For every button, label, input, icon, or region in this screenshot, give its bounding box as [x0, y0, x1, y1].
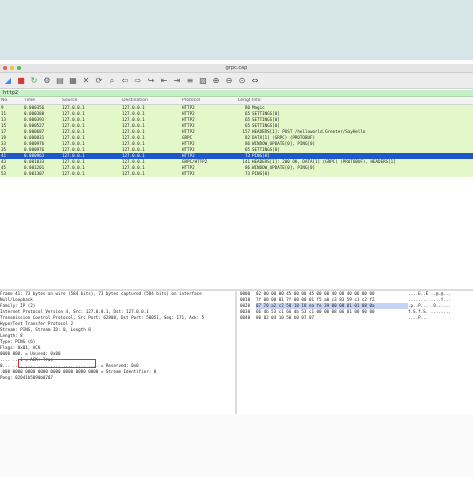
last-icon[interactable]: ⇥	[172, 76, 182, 86]
column-header-protocol[interactable]: Protocol	[182, 98, 232, 104]
column-header-no[interactable]: No.	[1, 98, 21, 104]
zoom-out-icon[interactable]: ⊖	[224, 76, 234, 86]
stop-icon[interactable]: ■	[16, 76, 26, 86]
colorize-icon[interactable]: ▨	[198, 76, 208, 86]
main-toolbar: ◢ ■ ↻ ⚙ ▤ ▦ ✕ ⟳ ⌕ ⇦ ⇨ ↪ ⇤ ⇥ ≡ ▨ ⊕ ⊖ ⊙ ⇔	[0, 73, 473, 89]
column-header-destination[interactable]: Destination	[122, 98, 178, 104]
hex-row: 0040 00 02 04 10 50 b0 07 07 ....P...	[240, 315, 473, 321]
filter-value: http2	[3, 90, 19, 96]
detail-line[interactable]: Pong: 02041b5090b0707	[0, 375, 235, 381]
hex-off: 0040	[240, 315, 251, 320]
restart-icon[interactable]: ↻	[29, 76, 39, 86]
column-header-info[interactable]: Info	[252, 98, 473, 104]
goto-icon[interactable]: ↪	[146, 76, 156, 86]
open-icon[interactable]: ▤	[55, 76, 65, 86]
hex-ascii[interactable]: ....P...	[408, 315, 468, 321]
hex-bytes[interactable]: 00 02 04 10 50 b0 07 07	[256, 315, 408, 321]
packet-info: PING[0]	[252, 171, 270, 176]
column-header-time[interactable]: Time	[24, 98, 60, 104]
back-icon[interactable]: ⇦	[120, 76, 130, 86]
normal-size-icon[interactable]: ⊙	[237, 76, 247, 86]
packet-row[interactable]: 53 0.001307 127.0.0.1 127.0.0.1 HTTP2 73 PING[…	[0, 171, 473, 177]
packet-list: 9 0.000356 127.0.0.1 127.0.0.1 HTTP2 80 Magic 1…	[0, 105, 473, 177]
packet-len: 73	[244, 171, 250, 176]
title-bar: grpc.cap	[0, 64, 473, 73]
packet-list-empty-area	[0, 248, 473, 289]
packet-time: 0.001307	[24, 171, 45, 176]
resize-columns-icon[interactable]: ⇔	[250, 76, 260, 86]
display-filter-input[interactable]: http2	[0, 90, 473, 97]
column-header-length[interactable]: Length	[238, 98, 250, 104]
save-icon[interactable]: ▦	[68, 76, 78, 86]
fin-icon[interactable]: ◢	[3, 76, 13, 86]
window-title: grpc.cap	[225, 65, 248, 71]
options-icon[interactable]: ⚙	[42, 76, 52, 86]
background-bottom	[0, 414, 473, 477]
packet-list-header: No.TimeSource Destination Protocol LengthIn…	[0, 98, 473, 105]
autoscroll-icon[interactable]: ≡	[185, 76, 195, 86]
first-icon[interactable]: ⇤	[159, 76, 169, 86]
wireshark-window: grpc.cap ◢ ■ ↻ ⚙ ▤ ▦ ✕ ⟳ ⌕ ⇦ ⇨ ↪ ⇤ ⇥ ≡ ▨ ⊕ ⊖ ⊙ ⇔ http2 No. T…	[0, 64, 473, 475]
forward-icon[interactable]: ⇨	[133, 76, 143, 86]
packet-dst: 127.0.0.1	[122, 171, 145, 176]
reload-icon[interactable]: ⟳	[94, 76, 104, 86]
packet-src: 127.0.0.1	[62, 171, 85, 176]
detail-line[interactable]: Frame 41: 73 bytes on wire (584 bits), 7…	[0, 291, 235, 297]
packet-proto: HTTP2	[182, 171, 195, 176]
packet-no: 53	[1, 171, 7, 176]
find-icon[interactable]: ⌕	[107, 76, 117, 86]
close-file-icon[interactable]: ✕	[81, 76, 91, 86]
background-top	[0, 0, 473, 60]
ack-flag-highlight	[18, 359, 96, 368]
zoom-in-icon[interactable]: ⊕	[211, 76, 221, 86]
column-header-source[interactable]: Source	[62, 98, 118, 104]
